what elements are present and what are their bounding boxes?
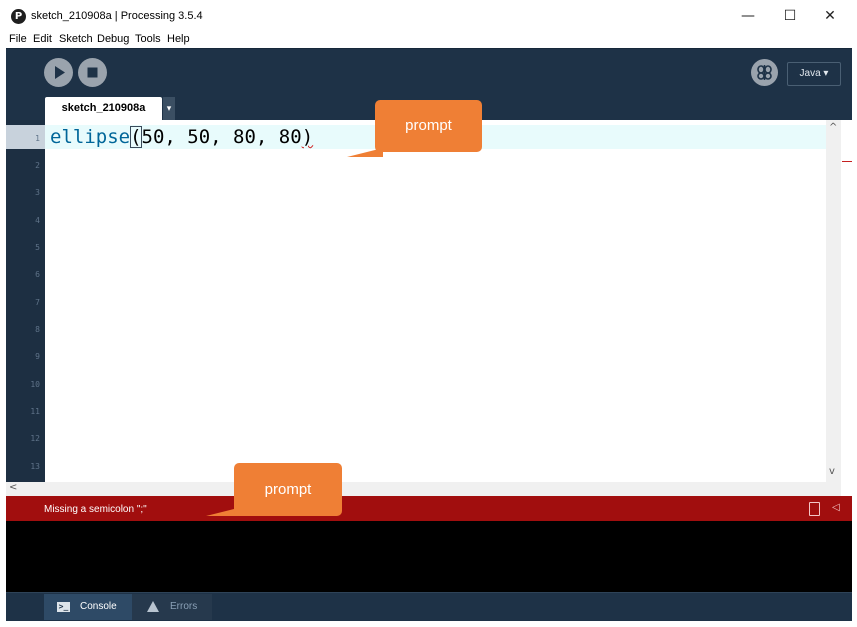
console-icon: >_ (57, 602, 70, 612)
code-line[interactable]: ellipse(50, 50, 80, 80) (50, 125, 313, 149)
run-button[interactable] (44, 58, 73, 87)
menu-tools[interactable]: Tools (135, 32, 161, 47)
collapse-console-icon[interactable]: ◁ (832, 500, 840, 516)
menu-debug[interactable]: Debug (97, 32, 129, 47)
stop-icon (87, 67, 98, 78)
clipboard-icon[interactable] (809, 502, 820, 516)
line-number: 7 (35, 298, 40, 307)
line-number: 3 (35, 188, 40, 197)
debug-button[interactable] (751, 59, 778, 86)
code-keyword: ellipse (50, 126, 131, 148)
scroll-down-icon[interactable]: v (829, 466, 835, 477)
line-number: 2 (35, 161, 40, 170)
error-marker[interactable] (842, 161, 852, 162)
tab-console-label: Console (80, 601, 117, 612)
minimize-button[interactable]: — (728, 0, 768, 32)
footer-bar: >_ Console Errors (6, 592, 852, 621)
close-button[interactable]: ✕ (810, 0, 850, 32)
stop-button[interactable] (78, 58, 107, 87)
status-bar: Missing a semicolon ";" ◁ (6, 496, 852, 521)
play-icon (55, 66, 65, 79)
prompt-callout: prompt (234, 463, 342, 516)
code-arguments: 50, 50, 80, 80 (141, 126, 302, 148)
console-output[interactable] (6, 521, 852, 592)
tab-menu-button[interactable]: ▾ (163, 97, 175, 120)
line-number: 12 (30, 434, 40, 443)
tab-console[interactable]: >_ Console (44, 594, 132, 620)
warning-icon (147, 601, 159, 612)
prompt-callout: prompt (375, 100, 482, 152)
line-number: 11 (30, 407, 40, 416)
tab-errors-label: Errors (170, 601, 198, 612)
error-marker-column (841, 120, 852, 496)
menu-help[interactable]: Help (167, 32, 190, 47)
line-number: 13 (30, 462, 40, 471)
menu-bar: File Edit Sketch Debug Tools Help (0, 32, 857, 47)
window-title: sketch_210908a | Processing 3.5.4 (31, 10, 203, 22)
status-message: Missing a semicolon ";" (44, 504, 147, 515)
tab-errors[interactable]: Errors (132, 594, 212, 620)
scroll-left-icon[interactable]: < (9, 482, 17, 493)
mode-selector[interactable]: Java ▾ (787, 62, 841, 86)
line-number: 10 (30, 380, 40, 389)
line-number: 9 (35, 352, 40, 361)
vertical-scrollbar[interactable]: ^ v (826, 120, 841, 482)
code-open-paren: ( (130, 126, 142, 148)
butterfly-icon (757, 65, 772, 80)
maximize-button[interactable]: ☐ (770, 0, 810, 32)
title-bar: P sketch_210908a | Processing 3.5.4 — ☐ … (0, 0, 857, 32)
menu-file[interactable]: File (9, 32, 27, 47)
line-number: 8 (35, 325, 40, 334)
line-number-gutter: 1 2 3 4 5 6 7 8 9 10 11 12 13 (6, 120, 45, 482)
line-number: 6 (35, 270, 40, 279)
horizontal-scrollbar[interactable]: < (6, 482, 841, 496)
scroll-up-icon[interactable]: ^ (829, 122, 837, 133)
code-close-paren: ) (301, 126, 314, 148)
tab-sketch[interactable]: sketch_210908a (45, 97, 162, 120)
menu-sketch[interactable]: Sketch (59, 32, 93, 47)
line-number: 1 (35, 134, 40, 143)
line-number: 5 (35, 243, 40, 252)
code-editor[interactable]: ellipse(50, 50, 80, 80) (45, 120, 826, 482)
line-number: 4 (35, 216, 40, 225)
menu-edit[interactable]: Edit (33, 32, 52, 47)
processing-logo-icon: P (11, 9, 26, 24)
toolbar: Java ▾ (6, 48, 852, 97)
